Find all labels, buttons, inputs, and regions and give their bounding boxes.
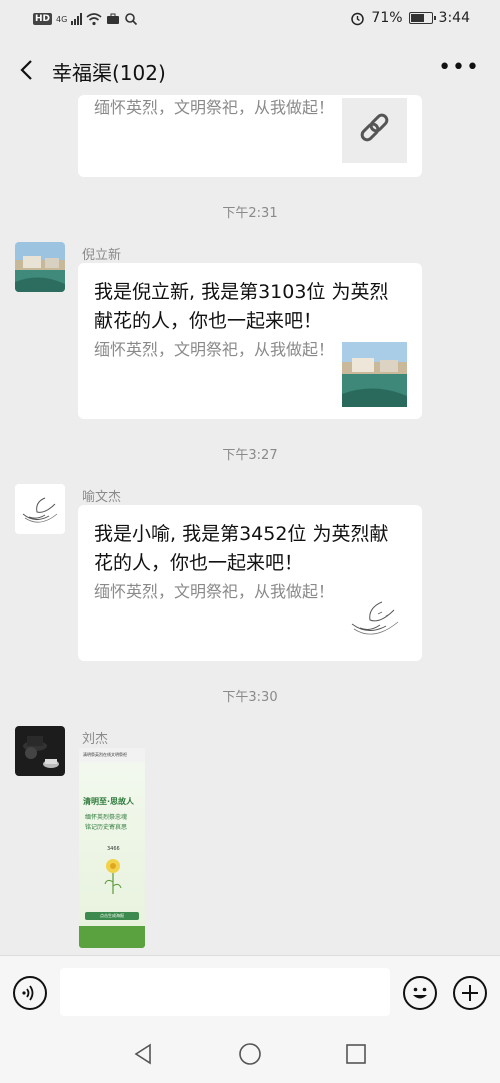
screenshot-line1: 缅怀英烈祭忠魂 xyxy=(85,814,128,821)
network-type: 4G xyxy=(56,14,68,24)
link-thumbnail xyxy=(342,342,407,407)
briefcase-icon xyxy=(107,13,120,24)
wifi-icon xyxy=(86,12,102,25)
screenshot-count: 3466 xyxy=(107,846,120,852)
sender-name: 倪立新 xyxy=(82,248,122,263)
plus-icon[interactable] xyxy=(453,976,487,1010)
link-thumbnail xyxy=(342,98,407,163)
timestamp: 下午2:31 xyxy=(222,206,278,221)
image-message[interactable]: 清明祭英烈在线文明祭祀 清明至·思故人 缅怀英烈祭忠魂 铭记历史寄哀思 3466… xyxy=(79,748,145,948)
back-chevron-icon[interactable] xyxy=(14,56,42,84)
battery-icon xyxy=(408,12,436,24)
flower-graphic xyxy=(104,859,122,894)
screenshot-footer-button: 点击生成海报 xyxy=(85,912,139,920)
avatar[interactable] xyxy=(15,726,65,776)
screenshot-line2: 铭记历史寄哀思 xyxy=(85,824,128,831)
status-bar: HD 4G 71% 3:44 xyxy=(0,0,500,40)
avatar[interactable] xyxy=(15,484,65,534)
link-icon xyxy=(360,113,389,142)
search-status-icon xyxy=(125,13,138,26)
timestamp: 下午3:27 xyxy=(222,448,278,463)
card-description: 缅怀英烈，文明祭祀，从我做起！ xyxy=(94,340,335,359)
chat-header: 幸福渠(102) ••• xyxy=(0,40,500,102)
chat-title: 幸福渠(102) xyxy=(52,61,166,85)
link-card[interactable]: 我是小喻, 我是第3452位 为英烈献花的人，你也一起来吧！ 缅怀英烈，文明祭祀… xyxy=(78,505,422,661)
screenshot-body: 清明至·思故人 缅怀英烈祭忠魂 铭记历史寄哀思 3466 点击生成海报 xyxy=(79,762,145,948)
hd-badge: HD xyxy=(33,13,53,25)
nav-back-icon[interactable] xyxy=(131,1042,155,1066)
alarm-icon xyxy=(351,12,365,25)
voice-icon[interactable] xyxy=(13,976,47,1010)
input-bar xyxy=(0,955,500,1030)
card-title: 我是小喻, 我是第3452位 为英烈献花的人，你也一起来吧！ xyxy=(94,523,389,574)
sender-name: 刘杰 xyxy=(82,732,109,747)
nav-home-icon[interactable] xyxy=(238,1042,262,1066)
battery-percent: 71% xyxy=(371,10,403,26)
timestamp: 下午3:30 xyxy=(222,690,278,705)
sender-name: 喻文杰 xyxy=(82,490,122,505)
card-description: 缅怀英烈，文明祭祀，从我做起！ xyxy=(94,582,335,601)
screenshot-topbar: 清明祭英烈在线文明祭祀 xyxy=(79,748,145,762)
message-input[interactable] xyxy=(60,968,390,1016)
link-thumbnail xyxy=(342,584,407,649)
screenshot-headline: 清明至·思故人 xyxy=(83,797,135,806)
card-title: 我是倪立新, 我是第3103位 为英烈献花的人，你也一起来吧！ xyxy=(94,281,389,332)
status-left: HD 4G xyxy=(33,12,138,26)
more-options-icon[interactable]: ••• xyxy=(438,57,480,79)
signal-icon xyxy=(71,13,83,25)
clock: 3:44 xyxy=(438,10,470,26)
avatar[interactable] xyxy=(15,242,65,292)
card-description: 缅怀英烈，文明祭祀，从我做起！ xyxy=(94,98,335,117)
emoji-icon[interactable] xyxy=(403,976,437,1010)
screenshot-grass xyxy=(79,926,145,948)
system-nav-bar xyxy=(0,1030,500,1083)
status-right: 71% 3:44 xyxy=(350,10,470,26)
nav-recent-icon[interactable] xyxy=(344,1042,368,1066)
link-card-partial[interactable]: 缅怀英烈，文明祭祀，从我做起！ xyxy=(78,95,422,177)
link-card[interactable]: 我是倪立新, 我是第3103位 为英烈献花的人，你也一起来吧！ 缅怀英烈，文明祭… xyxy=(78,263,422,419)
